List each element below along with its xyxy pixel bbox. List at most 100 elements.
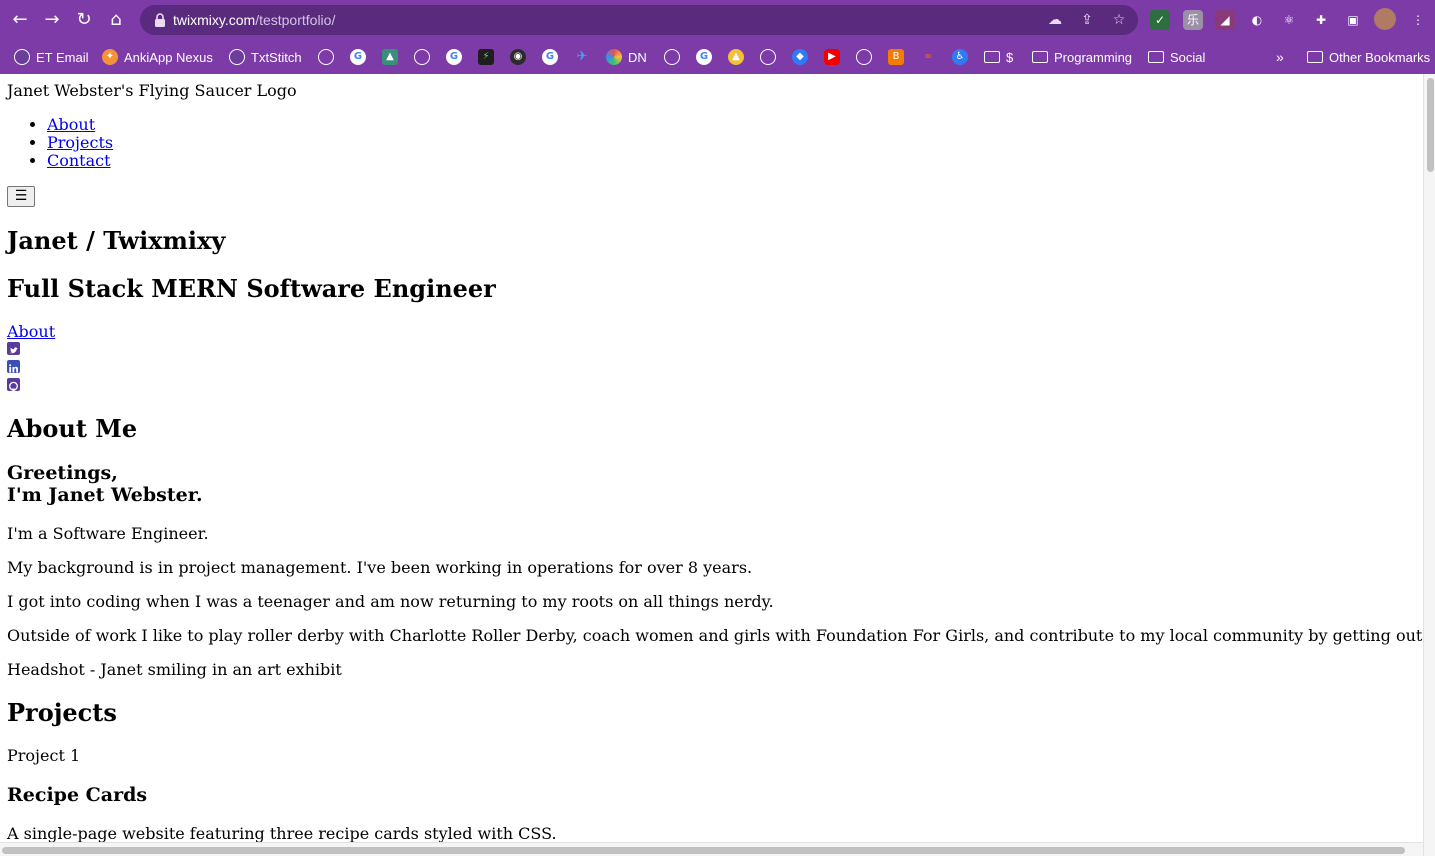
bookmark-label: ET Email <box>36 49 89 65</box>
url-text[interactable]: twixmixy.com/testportfolio/ <box>173 5 335 35</box>
share-icon[interactable]: ⇪ <box>1078 11 1096 29</box>
browser-toolbar: ← → ↻ ⌂ twixmixy.com/testportfolio/ ☁ ⇪ … <box>0 0 1435 40</box>
globe-icon[interactable] <box>760 49 776 65</box>
about-greeting-line2: I'm Janet Webster. <box>7 484 203 506</box>
globe-icon[interactable] <box>318 49 334 65</box>
bookmark-folder-social[interactable]: Social <box>1148 40 1205 74</box>
bookmark-label: TxtStitch <box>251 49 302 65</box>
home-icon[interactable]: ⌂ <box>104 8 128 32</box>
reload-icon[interactable]: ↻ <box>72 8 96 32</box>
vertical-scrollbar[interactable] <box>1423 74 1435 856</box>
bookmark-label: Programming <box>1054 49 1133 65</box>
url-host: twixmixy.com <box>173 12 256 28</box>
cloud-icon[interactable]: ☁ <box>1046 11 1064 29</box>
about-heading: About Me <box>7 414 138 443</box>
blogger-icon[interactable]: B <box>888 49 904 65</box>
hero-subtitle: Full Stack MERN Software Engineer <box>7 274 496 303</box>
horizontal-scrollbar[interactable] <box>0 842 1423 856</box>
main-nav: About Projects Contact <box>7 116 113 170</box>
project-description: A single-page website featuring three re… <box>7 824 557 843</box>
ankiapp-icon: ✦ <box>102 49 118 65</box>
folder-icon <box>1307 51 1323 63</box>
lock-icon <box>155 13 165 27</box>
bookmark-ankiapp-nexus[interactable]: ✦ AnkiApp Nexus <box>102 40 213 74</box>
about-paragraph: My background is in project management. … <box>7 558 753 577</box>
hamburger-menu-button[interactable]: ☰ <box>7 186 35 207</box>
project-image: Project 1 <box>7 747 80 765</box>
mask-icon[interactable]: ◉ <box>510 49 526 65</box>
globe-icon[interactable] <box>856 49 872 65</box>
about-paragraph: I'm a Software Engineer. <box>7 524 209 543</box>
kanji-extension-icon[interactable]: 乐 <box>1183 10 1203 30</box>
ads-icon[interactable]: ▲ <box>728 49 744 65</box>
vertical-scrollbar-thumb[interactable] <box>1427 78 1434 172</box>
google-icon[interactable]: G <box>446 49 462 65</box>
avatar[interactable] <box>1374 8 1396 30</box>
twitter-icon[interactable] <box>7 342 20 355</box>
nav-item-projects: Projects <box>47 134 113 152</box>
forward-icon[interactable]: → <box>40 8 64 32</box>
horizontal-scrollbar-thumb[interactable] <box>2 847 1405 854</box>
logo-image: Janet Webster's Flying Saucer Logo <box>7 82 297 100</box>
google-icon[interactable]: G <box>696 49 712 65</box>
bookmark-label: DN <box>628 49 647 65</box>
accessibility-icon[interactable]: ♿ <box>952 49 968 65</box>
folder-icon <box>984 51 1000 63</box>
dn-icon <box>606 49 622 65</box>
megaphone-extension-icon[interactable]: ◢ <box>1215 10 1235 30</box>
folder-icon <box>1032 51 1048 63</box>
star-icon[interactable]: ☆ <box>1110 11 1128 29</box>
bookmark-folder-dollar[interactable]: $ <box>984 40 1013 74</box>
bookmark-folder-other[interactable]: Other Bookmarks <box>1307 40 1430 74</box>
twitter-icon[interactable]: ✈ <box>574 49 590 65</box>
linkedin-icon[interactable] <box>7 360 20 373</box>
globe-icon <box>229 49 245 65</box>
hero-about-link-wrap: About <box>7 323 55 341</box>
bookmark-label: Social <box>1170 49 1206 65</box>
hero-title: Janet / Twixmixy <box>7 226 226 255</box>
bookmark-et-email[interactable]: ET Email <box>14 40 89 74</box>
about-paragraph: Outside of work I like to play roller de… <box>7 626 1423 645</box>
bookmarks-overflow-button[interactable]: » <box>1276 40 1284 74</box>
bookmarks-bar: ET Email ✦ AnkiApp Nexus TxtStitch G ▲ G… <box>0 40 1435 74</box>
more-menu-icon[interactable]: ⋮ <box>1408 10 1428 30</box>
bookmark-label: $ <box>1006 49 1014 65</box>
sidebar-toggle-icon[interactable]: ▣ <box>1343 10 1363 30</box>
google-icon[interactable]: G <box>542 49 558 65</box>
nav-item-contact: Contact <box>47 152 113 170</box>
bookmark-label: Other Bookmarks <box>1329 49 1431 65</box>
logo-alt-text: Janet Webster's Flying Saucer Logo <box>7 81 297 100</box>
address-bar[interactable]: twixmixy.com/testportfolio/ ☁ ⇪ ☆ <box>140 5 1138 35</box>
nav-link-projects[interactable]: Projects <box>47 133 113 152</box>
timer-extension-icon[interactable]: ◐ <box>1247 10 1267 30</box>
youtube-icon[interactable]: ▶ <box>824 49 840 65</box>
web-page: Janet Webster's Flying Saucer Logo About… <box>0 74 1423 842</box>
react-extension-icon[interactable]: ⚛ <box>1279 10 1299 30</box>
headshot-image: Headshot - Janet smiling in an art exhib… <box>7 661 342 679</box>
globe-icon[interactable] <box>664 49 680 65</box>
shield-extension-icon[interactable]: ✓ <box>1150 10 1170 30</box>
link-icon[interactable]: ∞ <box>920 49 936 65</box>
headshot-alt-text: Headshot - Janet smiling in an art exhib… <box>7 660 342 679</box>
url-path: /testportfolio/ <box>255 12 336 28</box>
bookmark-txtstitch[interactable]: TxtStitch <box>229 40 302 74</box>
puzzle-icon[interactable]: ✚ <box>1311 10 1331 30</box>
globe-icon[interactable] <box>414 49 430 65</box>
hero-about-link[interactable]: About <box>7 322 55 341</box>
overflow-icon: » <box>1276 49 1284 65</box>
back-icon[interactable]: ← <box>8 8 32 32</box>
bolt-icon[interactable]: ⚡ <box>478 49 494 65</box>
google-icon[interactable]: G <box>350 49 366 65</box>
dropbox-icon[interactable]: ◆ <box>792 49 808 65</box>
bookmark-folder-programming[interactable]: Programming <box>1032 40 1132 74</box>
nav-link-about[interactable]: About <box>47 115 95 134</box>
nav-link-contact[interactable]: Contact <box>47 151 111 170</box>
globe-icon <box>14 49 30 65</box>
project-image-alt-text: Project 1 <box>7 746 81 765</box>
github-icon[interactable] <box>7 378 20 392</box>
bookmark-dn[interactable]: DN <box>606 40 647 74</box>
drive-icon[interactable]: ▲ <box>382 49 398 65</box>
about-greeting-line1: Greetings, <box>7 462 118 484</box>
project-title: Recipe Cards <box>7 784 148 806</box>
about-paragraph: I got into coding when I was a teenager … <box>7 592 774 611</box>
